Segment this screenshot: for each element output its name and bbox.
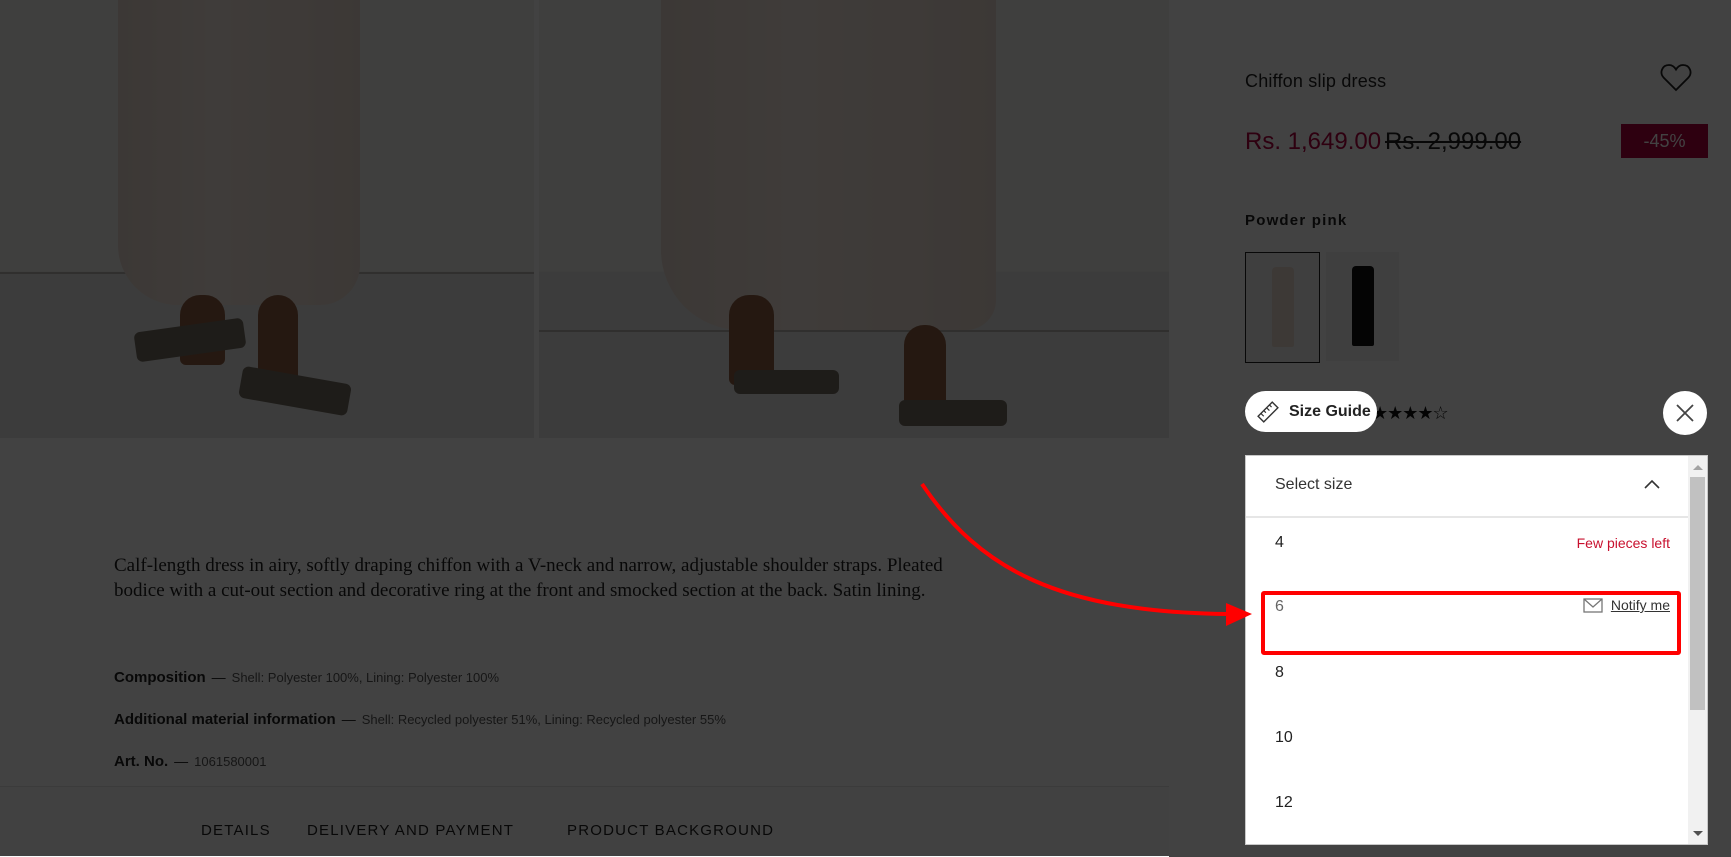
ruler-icon	[1257, 400, 1279, 423]
size-label: 4	[1275, 534, 1284, 551]
annotation-highlight-box	[1261, 591, 1681, 655]
scroll-down-arrow-icon[interactable]	[1693, 831, 1703, 836]
size-option-4[interactable]: 4 Few pieces left	[1246, 518, 1690, 582]
size-label: 12	[1275, 794, 1293, 811]
size-guide-button[interactable]: Size Guide	[1245, 391, 1377, 432]
size-label: 8	[1275, 664, 1284, 681]
size-dropdown-label: Select size	[1275, 476, 1353, 493]
close-icon	[1676, 404, 1694, 422]
stock-warning: Few pieces left	[1576, 535, 1670, 551]
close-button[interactable]	[1663, 391, 1707, 435]
size-option-10[interactable]: 10	[1246, 713, 1690, 777]
size-dropdown-header[interactable]: Select size	[1246, 456, 1690, 518]
chevron-up-icon[interactable]	[1644, 478, 1660, 490]
size-option-8[interactable]: 8	[1246, 648, 1690, 712]
size-guide-label: Size Guide	[1289, 402, 1371, 420]
scroll-up-arrow-icon[interactable]	[1693, 465, 1703, 470]
size-option-12[interactable]: 12	[1246, 778, 1690, 842]
size-label: 10	[1275, 729, 1293, 746]
dropdown-scrollbar[interactable]	[1688, 456, 1707, 844]
scrollbar-thumb[interactable]	[1690, 477, 1705, 710]
